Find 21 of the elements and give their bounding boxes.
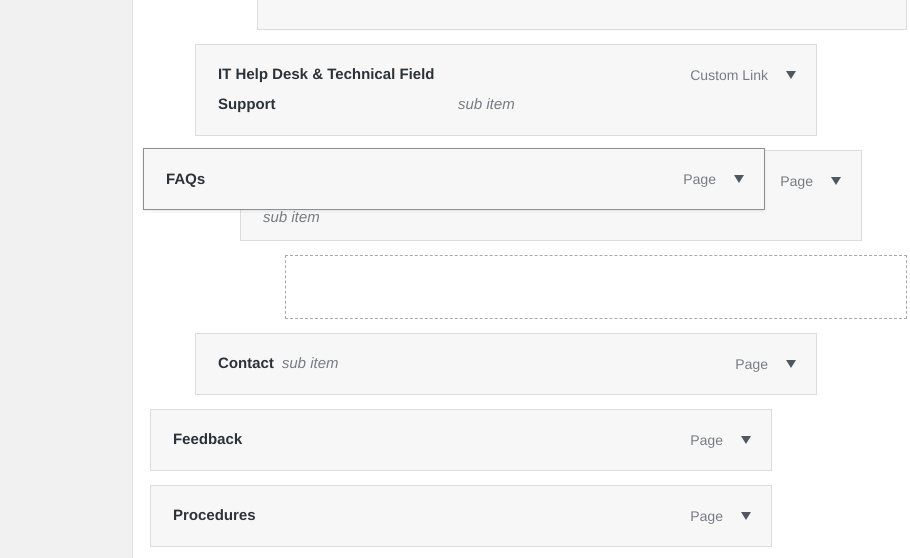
caret-icon[interactable] — [734, 175, 744, 183]
sub-item-label: sub item — [263, 209, 320, 226]
caret-icon[interactable] — [831, 177, 841, 185]
item-type: Page — [690, 507, 723, 526]
item-title: FAQs — [166, 170, 206, 188]
item-title: Procedures — [173, 506, 256, 526]
item-type: Page — [683, 171, 716, 187]
item-title: IT Help Desk & Technical Field Support — [218, 65, 436, 115]
caret-icon[interactable] — [741, 436, 751, 444]
item-type: Custom Link — [690, 66, 768, 85]
item-type: Page — [690, 431, 723, 450]
item-title: Contact — [218, 354, 274, 374]
item-type: Page — [735, 355, 768, 374]
item-title: Feedback — [173, 430, 242, 450]
caret-icon[interactable] — [786, 71, 796, 79]
caret-icon[interactable] — [786, 360, 796, 368]
dragged-menu-item[interactable]: FAQs Page — [143, 148, 765, 210]
caret-icon[interactable] — [741, 512, 751, 520]
sub-item-label: sub item — [458, 95, 515, 115]
item-type: Page — [780, 172, 813, 191]
sub-item-label: sub item — [282, 354, 339, 374]
